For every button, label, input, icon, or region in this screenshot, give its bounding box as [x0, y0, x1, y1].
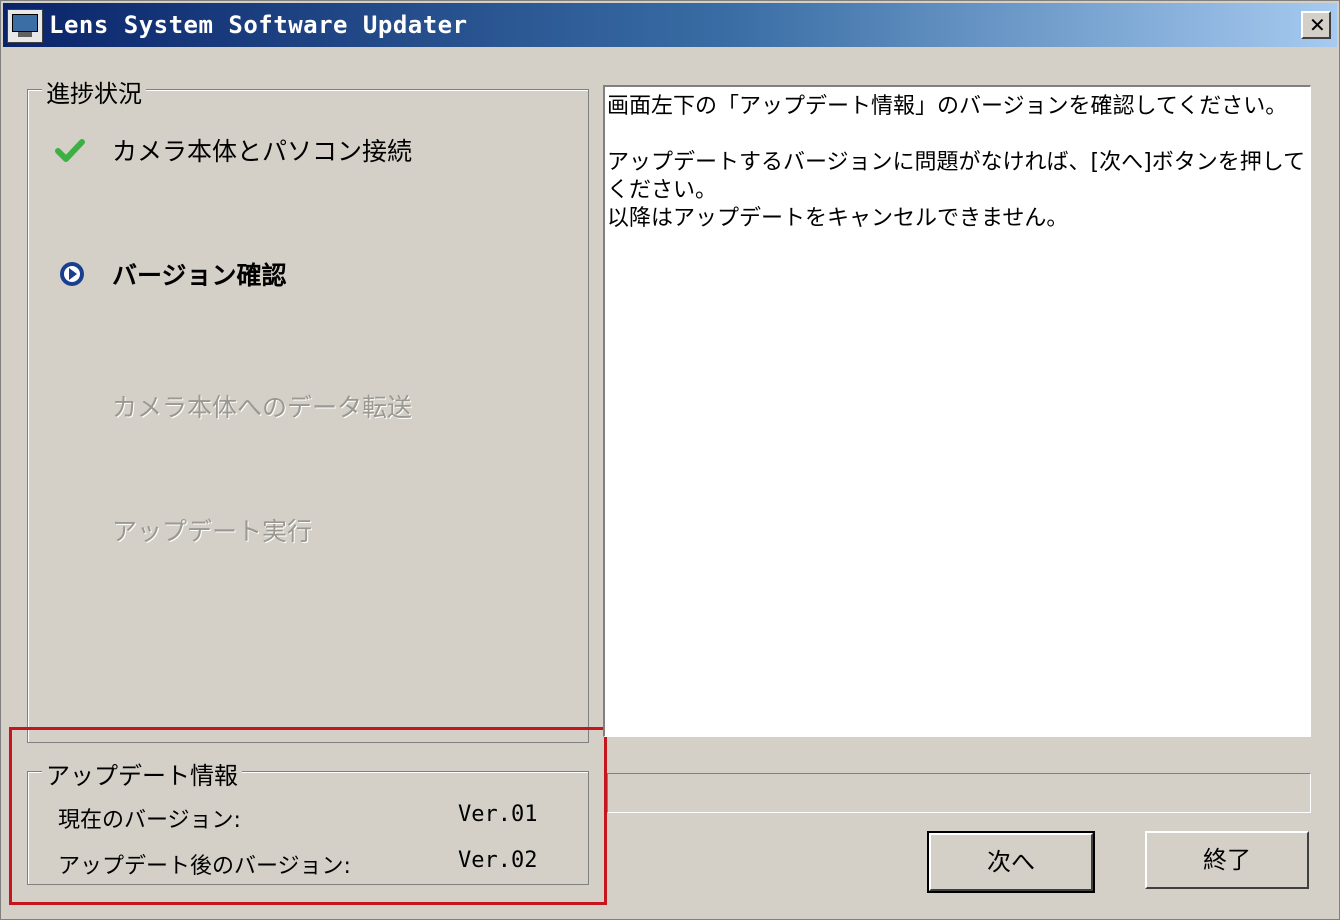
update-info-highlight — [9, 727, 607, 905]
step-run-update: アップデート実行 — [28, 508, 584, 552]
transfer-progress-bar — [607, 773, 1311, 813]
exit-button[interactable]: 終了 — [1145, 831, 1309, 889]
step-data-transfer: カメラ本体へのデータ転送 — [28, 384, 584, 428]
progress-group-label: 進捗状況 — [42, 74, 146, 109]
play-circle-icon — [60, 262, 84, 286]
step-label: カメラ本体へのデータ転送 — [112, 393, 413, 422]
title-bar[interactable]: Lens System Software Updater ✕ — [3, 3, 1337, 47]
app-icon — [7, 9, 43, 43]
step-label: アップデート実行 — [112, 517, 313, 546]
instruction-line: 画面左下の「アップデート情報」のバージョンを確認してください。 — [607, 94, 1288, 119]
next-button[interactable]: 次へ — [927, 831, 1095, 893]
instruction-line: 以降はアップデートをキャンセルできません。 — [607, 206, 1069, 231]
instruction-line: アップデートするバージョンに問題がなければ、[次へ]ボタンを押してください。 — [607, 150, 1306, 203]
close-button[interactable]: ✕ — [1301, 11, 1331, 39]
progress-group: 進捗状況 カメラ本体とパソコン接続 バージョン確認 カメラ本体へのデータ転送 ア… — [27, 74, 589, 743]
step-camera-connection: カメラ本体とパソコン接続 — [28, 128, 584, 172]
check-icon — [55, 139, 85, 162]
updater-window: Lens System Software Updater ✕ 進捗状況 カメラ本… — [0, 0, 1340, 920]
window-title: Lens System Software Updater — [49, 11, 468, 39]
step-label: カメラ本体とパソコン接続 — [112, 137, 413, 166]
step-label: バージョン確認 — [112, 261, 287, 290]
step-version-check: バージョン確認 — [28, 252, 584, 296]
instruction-text-area: 画面左下の「アップデート情報」のバージョンを確認してください。 アップデートする… — [603, 85, 1311, 737]
